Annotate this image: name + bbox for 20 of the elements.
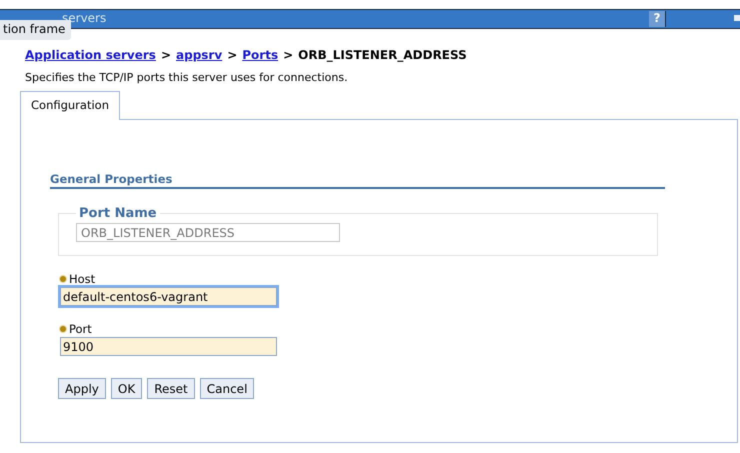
breadcrumb-link[interactable]: Ports [242,48,278,62]
group-legend: Port Name [76,206,160,221]
breadcrumb-separator: > [160,48,172,62]
tooltip: tion frame [0,20,72,40]
field-label: Port [69,322,92,336]
field-label: Host [69,272,96,286]
section-heading: General Properties [50,172,665,189]
form-button[interactable]: Cancel [200,378,254,399]
breadcrumb-link[interactable]: Application servers [25,48,156,62]
input-field[interactable]: default-centos6-vagrant [60,287,277,306]
tab[interactable]: Configuration [20,91,120,120]
page-description: Specifies the TCP/IP ports this server uses for connections. [25,71,349,84]
breadcrumb-link[interactable]: appsrv [176,48,222,62]
input-field[interactable]: 9100 [60,337,277,356]
form-button[interactable]: OK [110,378,142,399]
form-button[interactable]: Apply [58,378,106,399]
breadcrumb-current: ORB_LISTENER_ADDRESS [298,48,467,62]
form-button[interactable]: Reset [147,378,195,399]
breadcrumb-separator: > [283,48,294,62]
breadcrumb-separator: > [227,48,238,62]
